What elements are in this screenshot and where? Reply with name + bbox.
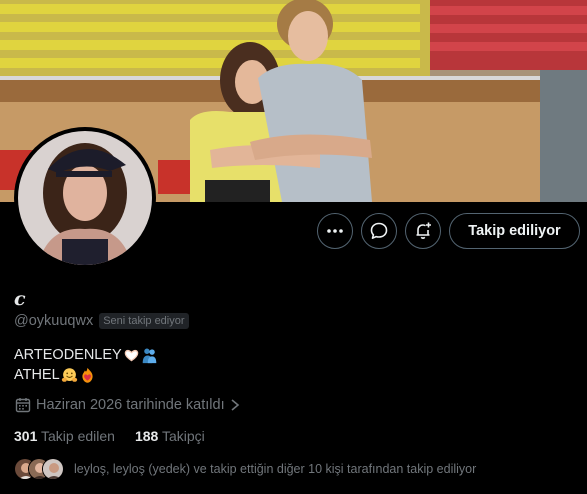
following-button[interactable]: Takip ediliyor [449,213,580,249]
heart-hands-emoji-icon [124,349,139,361]
bio-line-1: ARTEODENLEY [14,345,158,365]
following-count: 301 [14,428,38,444]
followed-by-text: leyloş, leyloş (yedek) ve takip ettiğin … [74,462,477,476]
bell-plus-icon [416,222,431,239]
chevron-right-icon [231,399,239,411]
mutual-avatars [14,458,64,480]
calendar-icon [15,398,31,413]
user-handle: @oykuuqwx [14,313,94,329]
following-label: Takip edilen [41,428,115,444]
followers-label: Takipçi [161,428,205,444]
mutual-avatar [42,458,64,480]
follows-you-badge: Seni takip ediyor [99,313,189,329]
hugging-face-emoji-icon [61,367,77,382]
joined-date-text: Haziran 2026 tarihinde katıldı [36,397,225,413]
followers-count-link[interactable]: 188 Takipçi [135,428,205,444]
notify-button[interactable] [405,213,441,249]
heart-on-fire-emoji-icon [82,367,93,383]
followers-count: 188 [134,428,159,444]
message-button[interactable] [361,213,397,249]
bio-line-2: ATHEL [14,365,158,385]
joined-date-link[interactable]: Haziran 2026 tarihinde katıldı [14,396,241,414]
people-hugging-emoji-icon [142,348,157,363]
bio-text-1: ARTEODENLEY [14,347,122,363]
profile-bio: ARTEODENLEY ATHEL [14,345,158,385]
avatar-image [18,131,152,265]
handle-row: @oykuuqwx Seni takip ediyor [14,313,189,329]
message-icon [370,222,388,239]
bio-text-2: ATHEL [14,367,60,383]
more-button[interactable] [317,213,353,249]
profile-stats: 301 Takip edilen 188 Takipçi [14,428,205,444]
display-name: c [14,288,26,310]
followers-you-know-link[interactable]: leyloş, leyloş (yedek) ve takip ettiğin … [14,458,476,480]
following-count-link[interactable]: 301 Takip edilen [14,428,115,444]
profile-avatar[interactable] [14,127,156,269]
more-horizontal-icon [327,229,343,233]
